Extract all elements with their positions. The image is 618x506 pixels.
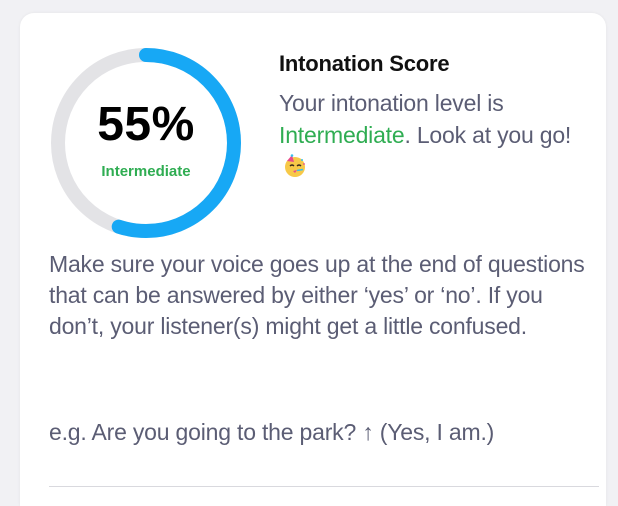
score-description: Your intonation level is Intermediate. L… — [279, 87, 599, 183]
score-title: Intonation Score — [279, 51, 450, 76]
section-divider — [49, 486, 599, 487]
score-level-label: Intermediate — [101, 162, 191, 180]
party-face-icon — [285, 154, 305, 177]
ring-center: 55% Intermediate — [47, 44, 245, 242]
description-prefix: Your intonation level is — [279, 90, 504, 116]
score-ring: 55% Intermediate — [47, 44, 245, 242]
intonation-tip: Make sure your voice goes up at the end … — [49, 251, 585, 339]
score-percent: 55% — [97, 97, 195, 151]
description-level-highlight: Intermediate — [279, 122, 405, 148]
intonation-example: e.g. Are you going to the park? ↑ (Yes, … — [49, 419, 495, 445]
description-suffix: . Look at you go! — [404, 122, 572, 148]
